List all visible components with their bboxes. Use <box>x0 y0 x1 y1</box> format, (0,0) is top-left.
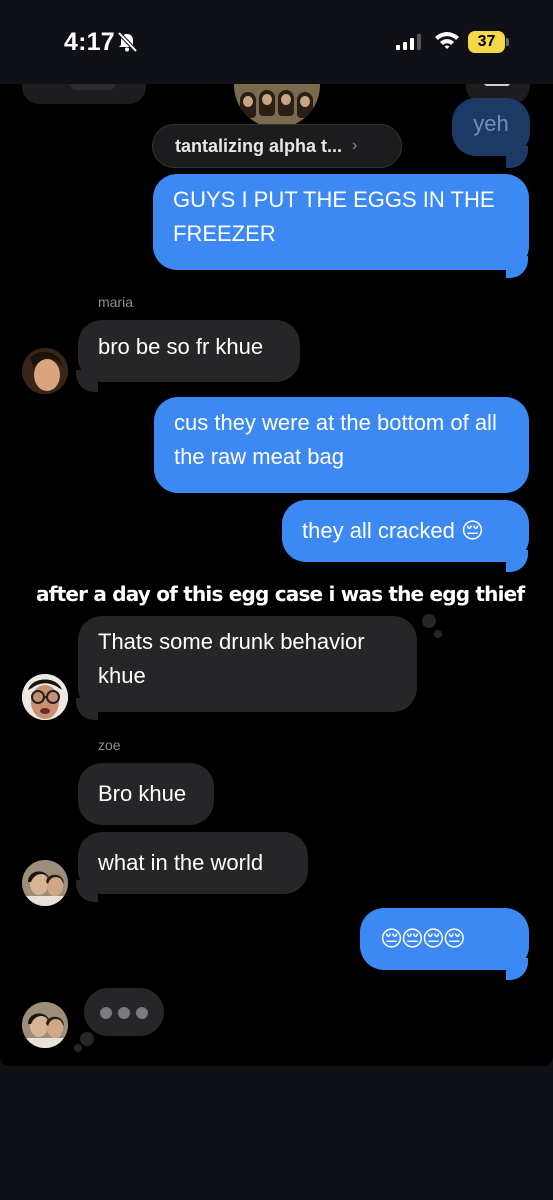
message-bubble[interactable]: GUYS I PUT THE EGGS IN THE FREEZER <box>153 174 529 270</box>
typing-tail-dot <box>74 1044 82 1052</box>
group-avatar[interactable] <box>234 84 320 128</box>
thought-dot <box>422 614 436 628</box>
message-bubble[interactable]: Bro khue <box>78 763 214 825</box>
bottom-area <box>0 1066 553 1200</box>
avatar[interactable] <box>22 860 68 906</box>
video-icon <box>484 84 510 86</box>
message-bubble[interactable]: Thats some drunk behavior khue <box>78 616 417 712</box>
chevron-right-icon: › <box>352 137 358 154</box>
message-thread[interactable]: tantalizing alpha t... › yeh GUYS I PUT … <box>0 84 553 1066</box>
typing-tail-dot <box>80 1032 94 1046</box>
cellular-signal-icon <box>396 34 421 50</box>
sender-name: zoe <box>98 737 121 753</box>
battery-icon: 37 <box>468 31 510 53</box>
avatar-photo <box>22 1002 68 1048</box>
avatar[interactable] <box>22 1002 68 1048</box>
message-bubble[interactable]: yeh <box>452 98 530 156</box>
battery-level: 37 <box>468 31 505 53</box>
caption-overlay: after a day of this egg case i was the e… <box>36 582 525 606</box>
typing-indicator <box>84 988 164 1036</box>
status-time: 4:17 <box>64 28 115 56</box>
wifi-icon <box>435 32 459 49</box>
message-bubble[interactable]: they all cracked 😔 <box>282 500 529 562</box>
avatar[interactable] <box>22 674 68 720</box>
message-bubble[interactable]: bro be so fr khue <box>78 320 300 382</box>
status-bar: 4:17 37 <box>0 0 553 84</box>
message-bubble[interactable]: cus they were at the bottom of all the r… <box>154 397 529 493</box>
group-name-button[interactable]: tantalizing alpha t... › <box>152 124 402 168</box>
avatar-photo <box>22 860 68 906</box>
sender-name: maria <box>98 294 134 310</box>
message-bubble[interactable]: 😔😔😔😔 <box>360 908 529 970</box>
avatar[interactable] <box>22 348 68 394</box>
bell-slash-icon <box>117 31 138 53</box>
back-button[interactable] <box>22 84 146 104</box>
avatar-photo <box>22 674 68 720</box>
group-name: tantalizing alpha t... <box>175 135 343 156</box>
thought-dot <box>434 630 442 638</box>
message-bubble[interactable]: what in the world <box>78 832 308 894</box>
avatar-photo <box>22 348 68 394</box>
